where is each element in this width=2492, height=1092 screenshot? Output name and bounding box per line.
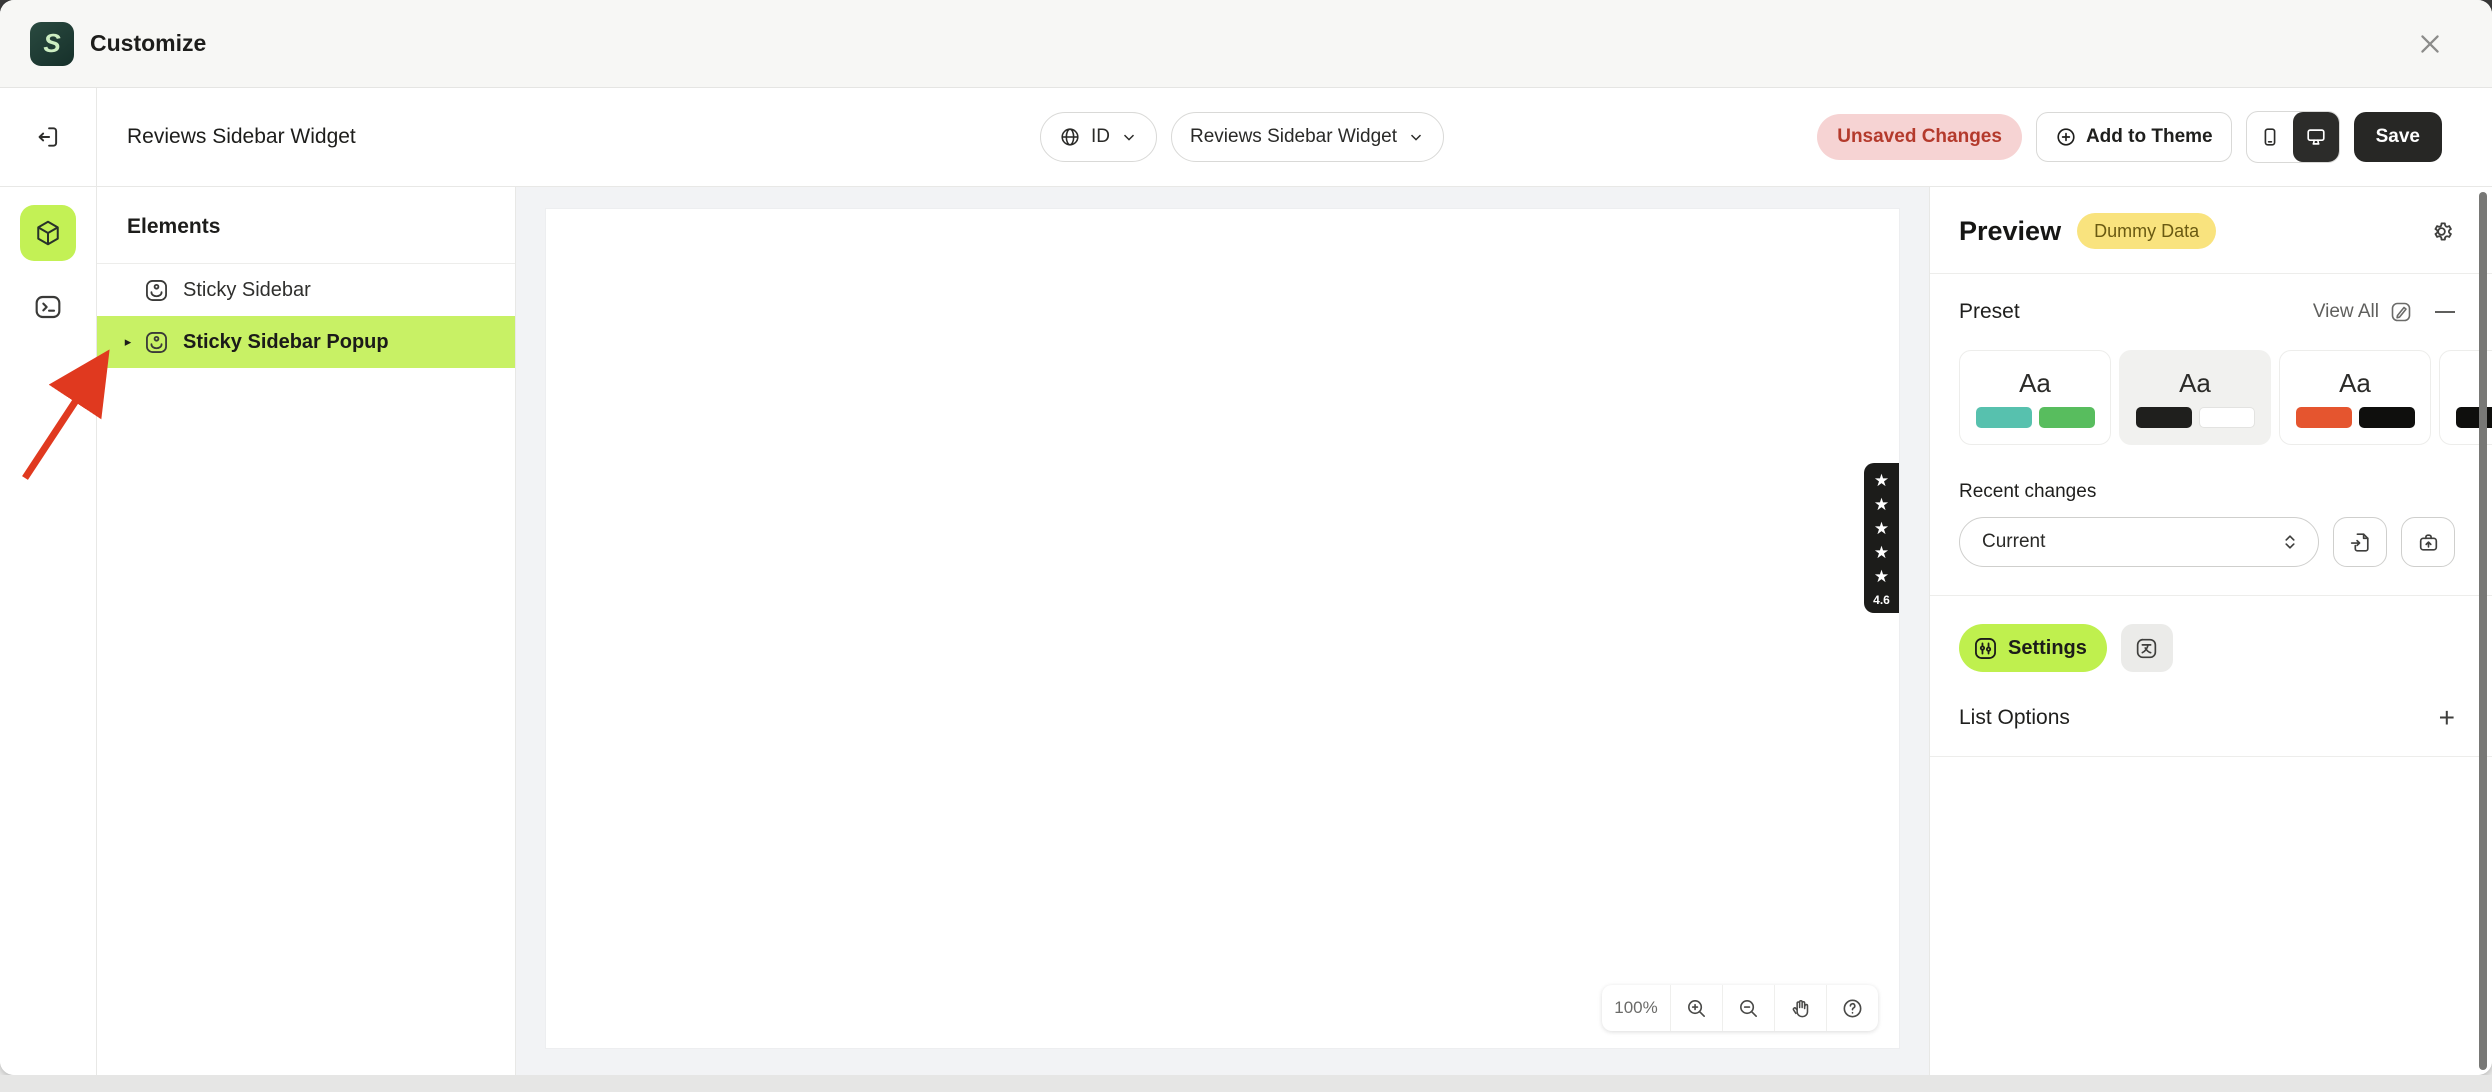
desktop-icon xyxy=(2305,126,2327,148)
zoom-in-icon xyxy=(1685,997,1708,1020)
app-logo: S xyxy=(30,22,74,66)
view-all-button[interactable]: View All xyxy=(2313,300,2413,324)
zoom-out-button[interactable] xyxy=(1722,985,1774,1031)
mobile-toggle[interactable] xyxy=(2247,112,2293,162)
page-title: Reviews Sidebar Widget xyxy=(127,125,356,149)
list-options-label: List Options xyxy=(1959,706,2070,730)
elements-tab[interactable] xyxy=(20,205,76,261)
code-tab[interactable] xyxy=(20,279,76,335)
left-rail xyxy=(0,88,97,1075)
close-button[interactable] xyxy=(2412,26,2448,62)
translate-tab[interactable] xyxy=(2121,624,2173,672)
help-icon xyxy=(1841,997,1864,1020)
cube-icon xyxy=(33,218,63,248)
expand-caret-icon[interactable]: ▸ xyxy=(115,334,141,350)
star-icon: ★ xyxy=(1874,493,1889,517)
zoom-toolbar: 100% xyxy=(1602,985,1878,1031)
preset-label: Preset xyxy=(1959,300,2020,324)
customize-window: S Customize Reviews Sidebar Widget xyxy=(0,0,2492,1075)
terminal-icon xyxy=(32,291,64,323)
unsaved-changes-badge: Unsaved Changes xyxy=(1817,114,2022,160)
element-label: Sticky Sidebar xyxy=(183,279,311,302)
star-icons: ★★★★★ xyxy=(1874,469,1889,589)
preview-settings-button[interactable] xyxy=(2428,218,2455,245)
preset-card[interactable]: Aa xyxy=(2119,350,2271,445)
element-row[interactable]: Sticky Sidebar xyxy=(97,264,515,316)
settings-tab[interactable]: Settings xyxy=(1959,624,2107,672)
locale-dropdown[interactable]: ID xyxy=(1040,112,1157,162)
element-label: Sticky Sidebar Popup xyxy=(183,331,389,354)
preset-sample-text: Aa xyxy=(2179,368,2211,399)
preview-canvas[interactable] xyxy=(546,209,1899,1048)
close-icon xyxy=(2417,31,2443,57)
top-bar: S Customize xyxy=(0,0,2492,88)
zoom-out-icon xyxy=(1737,997,1760,1020)
recent-changes-select[interactable]: Current xyxy=(1959,517,2319,567)
canvas-area: ★★★★★ 4.6 100% xyxy=(516,187,1929,1075)
star-icon: ★ xyxy=(1874,517,1889,541)
color-swatch xyxy=(2136,407,2192,428)
file-import-icon xyxy=(2348,530,2373,555)
app-title: Customize xyxy=(90,30,206,57)
export-version-button[interactable] xyxy=(2401,517,2455,567)
archive-up-icon xyxy=(2416,530,2441,555)
window-bottom-edge xyxy=(0,1075,2492,1092)
add-to-theme-button[interactable]: Add to Theme xyxy=(2036,112,2232,162)
exit-button[interactable] xyxy=(26,115,70,159)
select-chevrons-icon xyxy=(2280,532,2300,552)
chevron-down-icon xyxy=(1407,128,1425,146)
widget-element-icon xyxy=(143,277,170,304)
preset-sample-text: Aa xyxy=(2339,368,2371,399)
locale-value: ID xyxy=(1091,126,1110,148)
panel-scrollbar[interactable] xyxy=(2479,192,2487,1070)
preset-card[interactable]: Aa xyxy=(2279,350,2431,445)
preset-sample-text: Aa xyxy=(2019,368,2051,399)
edit-brush-icon xyxy=(2389,300,2413,324)
chevron-down-icon xyxy=(1120,128,1138,146)
widget-dropdown[interactable]: Reviews Sidebar Widget xyxy=(1171,112,1444,162)
device-preview-toggle[interactable] xyxy=(2246,111,2340,163)
widget-element-icon xyxy=(143,329,170,356)
elements-panel: Elements Sticky Sidebar ▸ Sticky Sidebar P… xyxy=(97,187,516,1075)
rating-value: 4.6 xyxy=(1873,593,1890,607)
gear-icon xyxy=(2428,218,2455,245)
translate-icon xyxy=(2134,636,2159,661)
help-button[interactable] xyxy=(1826,985,1878,1031)
color-swatch xyxy=(1976,407,2032,428)
star-icon: ★ xyxy=(1874,565,1889,589)
preset-card[interactable]: Aa xyxy=(1959,350,2111,445)
plus-circle-icon xyxy=(2055,126,2077,148)
import-version-button[interactable] xyxy=(2333,517,2387,567)
add-list-option-button[interactable]: + xyxy=(2439,708,2455,728)
widget-value: Reviews Sidebar Widget xyxy=(1190,126,1397,148)
globe-icon xyxy=(1059,126,1081,148)
star-icon: ★ xyxy=(1874,469,1889,493)
header-band: Reviews Sidebar Widget ID Reviews Sideba… xyxy=(97,88,2492,187)
elements-panel-title: Elements xyxy=(97,187,515,263)
element-row[interactable]: ▸ Sticky Sidebar Popup xyxy=(97,316,515,368)
zoom-in-button[interactable] xyxy=(1670,985,1722,1031)
color-swatch xyxy=(2296,407,2352,428)
exit-icon xyxy=(35,124,61,150)
sliders-icon xyxy=(1972,635,1999,662)
desktop-toggle[interactable] xyxy=(2293,112,2339,162)
color-swatch xyxy=(2199,407,2255,428)
zoom-level[interactable]: 100% xyxy=(1602,985,1670,1031)
hand-icon xyxy=(1789,997,1812,1020)
collapse-preset-button[interactable] xyxy=(2435,311,2455,314)
reviews-rating-badge[interactable]: ★★★★★ 4.6 xyxy=(1864,463,1899,613)
preview-panel: Preview Dummy Data Preset View All xyxy=(1929,187,2492,1075)
pan-button[interactable] xyxy=(1774,985,1826,1031)
color-swatch xyxy=(2359,407,2415,428)
star-icon: ★ xyxy=(1874,541,1889,565)
dummy-data-badge: Dummy Data xyxy=(2077,213,2216,249)
save-button[interactable]: Save xyxy=(2354,112,2442,162)
color-swatch xyxy=(2039,407,2095,428)
recent-changes-label: Recent changes xyxy=(1959,481,2455,503)
preview-title: Preview xyxy=(1959,216,2061,247)
mobile-icon xyxy=(2259,126,2281,148)
recent-changes-value: Current xyxy=(1982,531,2045,553)
